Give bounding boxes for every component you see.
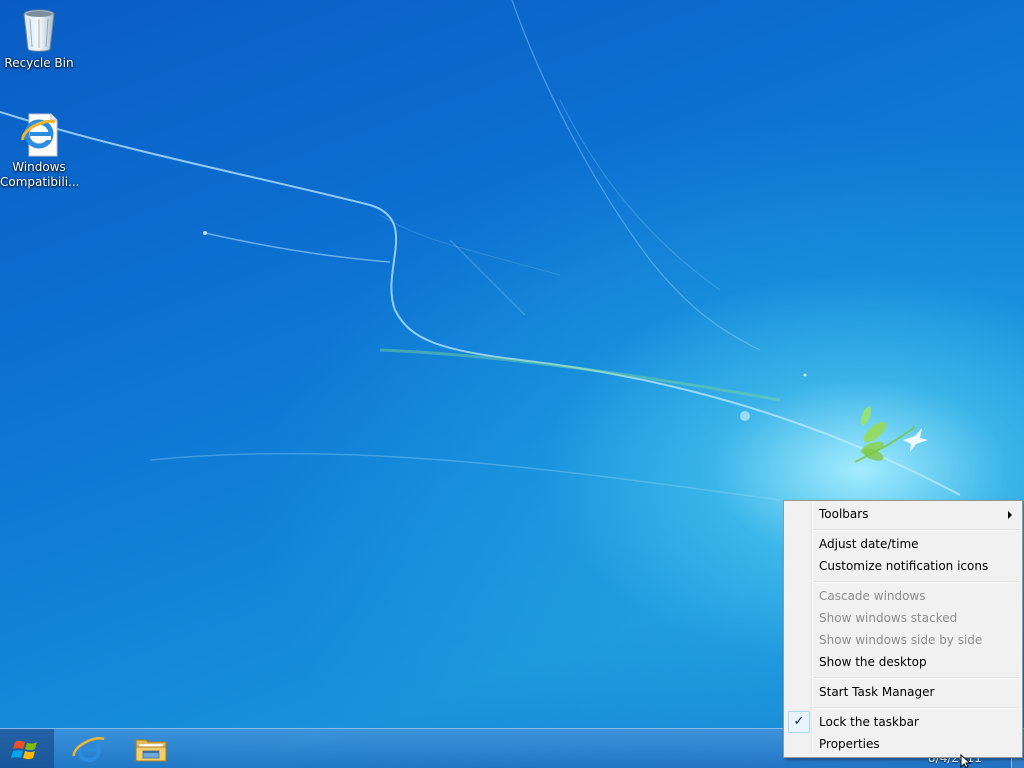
- menu-item-label: Cascade windows: [819, 589, 926, 603]
- menu-item-show-windows-stacked: Show windows stacked: [786, 607, 1020, 629]
- taskbar-windows-explorer-button[interactable]: [124, 729, 178, 768]
- menu-item-label: Show windows side by side: [819, 633, 983, 647]
- menu-item-show-the-desktop[interactable]: Show the desktop: [786, 651, 1020, 673]
- desktop-icon-label: Recycle Bin: [4, 56, 74, 70]
- menu-item-label: Lock the taskbar: [819, 715, 919, 729]
- menu-separator: [814, 707, 1020, 709]
- desktop-icon-windows-compatibility[interactable]: Windows Compatibili...: [0, 110, 80, 190]
- folder-explorer-icon: [135, 739, 167, 762]
- recycle-bin-icon: [23, 9, 55, 52]
- menu-item-label: Customize notification icons: [819, 559, 989, 573]
- menu-item-properties[interactable]: Properties: [786, 733, 1020, 755]
- menu-separator: [814, 677, 1020, 679]
- menu-item-label: Start Task Manager: [819, 685, 935, 699]
- menu-item-lock-the-taskbar[interactable]: ✓ Lock the taskbar: [786, 711, 1020, 733]
- taskbar-context-menu: Toolbars Adjust date/time Customize noti…: [783, 500, 1023, 758]
- menu-separator: [814, 529, 1020, 531]
- menu-item-label: Show windows stacked: [819, 611, 958, 625]
- menu-item-label: Adjust date/time: [819, 537, 919, 551]
- internet-explorer-icon: [72, 736, 105, 763]
- menu-item-label: Show the desktop: [819, 655, 927, 669]
- menu-item-cascade-windows: Cascade windows: [786, 585, 1020, 607]
- menu-item-label: Properties: [819, 737, 880, 751]
- desktop-icon-label-line2: Compatibili...: [0, 175, 80, 189]
- start-button[interactable]: [0, 729, 54, 768]
- desktop-icon-recycle-bin[interactable]: Recycle Bin: [0, 6, 78, 71]
- desktop[interactable]: Recycle Bin Windows Compatibili... 8/4/2…: [0, 0, 1024, 768]
- menu-item-toolbars[interactable]: Toolbars: [786, 503, 1020, 525]
- mouse-cursor-icon: [960, 754, 972, 768]
- menu-item-show-windows-side-by-side: Show windows side by side: [786, 629, 1020, 651]
- submenu-arrow-icon: [1008, 511, 1012, 519]
- menu-item-customize-notification-icons[interactable]: Customize notification icons: [786, 555, 1020, 577]
- desktop-icon-label-line1: Windows: [12, 160, 66, 174]
- menu-item-adjust-date-time[interactable]: Adjust date/time: [786, 533, 1020, 555]
- menu-separator: [814, 581, 1020, 583]
- windows-logo-icon: [11, 740, 37, 760]
- menu-item-label: Toolbars: [819, 507, 869, 521]
- taskbar-internet-explorer-button[interactable]: [62, 729, 116, 768]
- menu-item-start-task-manager[interactable]: Start Task Manager: [786, 681, 1020, 703]
- internet-explorer-shortcut-icon: [21, 113, 58, 157]
- checkmark-icon: ✓: [788, 711, 810, 733]
